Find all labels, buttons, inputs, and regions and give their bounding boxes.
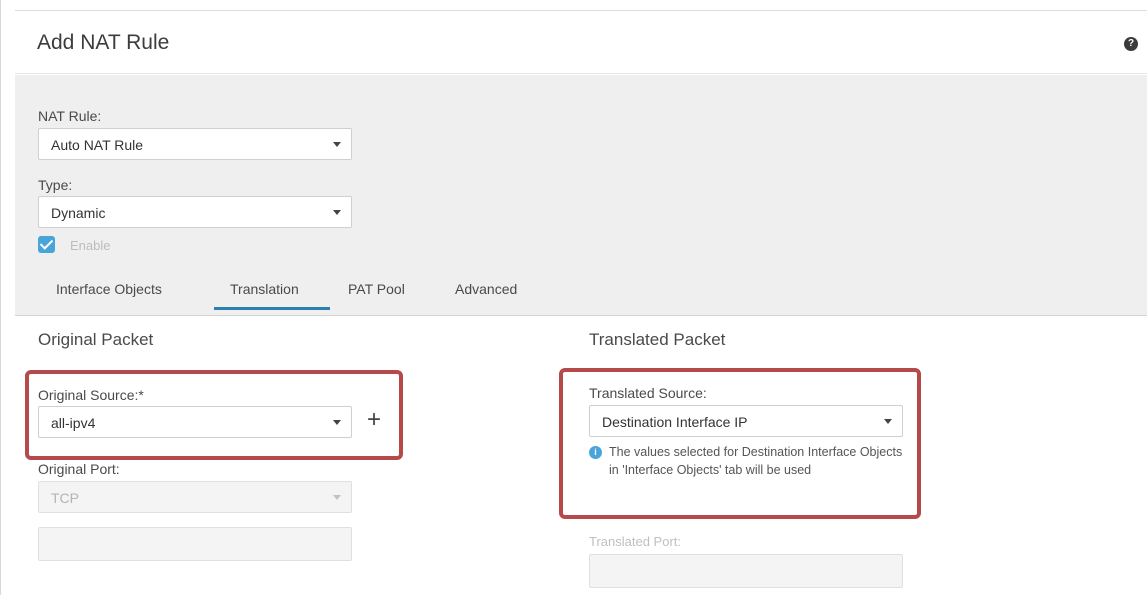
add-icon[interactable]: + [367, 408, 381, 432]
tab-pat-pool[interactable]: PAT Pool [348, 281, 405, 297]
translated-packet-title: Translated Packet [589, 330, 726, 349]
nat-rule-select[interactable]: Auto NAT Rule [38, 128, 352, 160]
original-port-value: TCP [51, 490, 79, 506]
original-source-value: all-ipv4 [51, 415, 96, 431]
original-source-label: Original Source:* [38, 387, 144, 403]
original-source-select[interactable]: all-ipv4 [38, 406, 352, 438]
tab-translation[interactable]: Translation [230, 281, 299, 297]
original-port-label: Original Port: [38, 461, 120, 477]
nat-rule-label: NAT Rule: [38, 108, 102, 124]
enable-checkbox[interactable] [38, 236, 55, 253]
type-label: Type: [38, 177, 73, 193]
help-icon[interactable]: ? [1124, 37, 1138, 51]
tab-advanced[interactable]: Advanced [455, 281, 517, 297]
nat-rule-value: Auto NAT Rule [51, 137, 144, 153]
chevron-down-icon [333, 420, 341, 425]
tab-interface-objects[interactable]: Interface Objects [56, 281, 162, 297]
translated-source-label: Translated Source: [589, 385, 707, 401]
chevron-down-icon [333, 210, 341, 215]
translated-port-label: Translated Port: [589, 534, 682, 549]
type-value: Dynamic [51, 205, 106, 221]
chevron-down-icon [333, 142, 341, 147]
translated-source-value: Destination Interface IP [602, 414, 748, 430]
original-port-select[interactable]: TCP [38, 481, 352, 513]
enable-label: Enable [70, 238, 111, 253]
translated-port-input[interactable] [589, 554, 903, 588]
translated-source-info-text: The values selected for Destination Inte… [609, 445, 903, 477]
active-tab-indicator [214, 307, 330, 310]
translated-source-select[interactable]: Destination Interface IP [589, 405, 903, 437]
chevron-down-icon [884, 419, 892, 424]
info-icon: i [589, 446, 602, 459]
dialog-title: Add NAT Rule [37, 31, 170, 54]
original-port-input[interactable] [38, 527, 352, 561]
type-select[interactable]: Dynamic [38, 196, 352, 228]
dialog-header: Add NAT Rule ? [15, 10, 1147, 74]
add-nat-rule-dialog: Add NAT Rule ? NAT Rule: Auto NAT Rule T… [0, 0, 1147, 595]
original-packet-title: Original Packet [38, 330, 154, 349]
chevron-down-icon [333, 495, 341, 500]
